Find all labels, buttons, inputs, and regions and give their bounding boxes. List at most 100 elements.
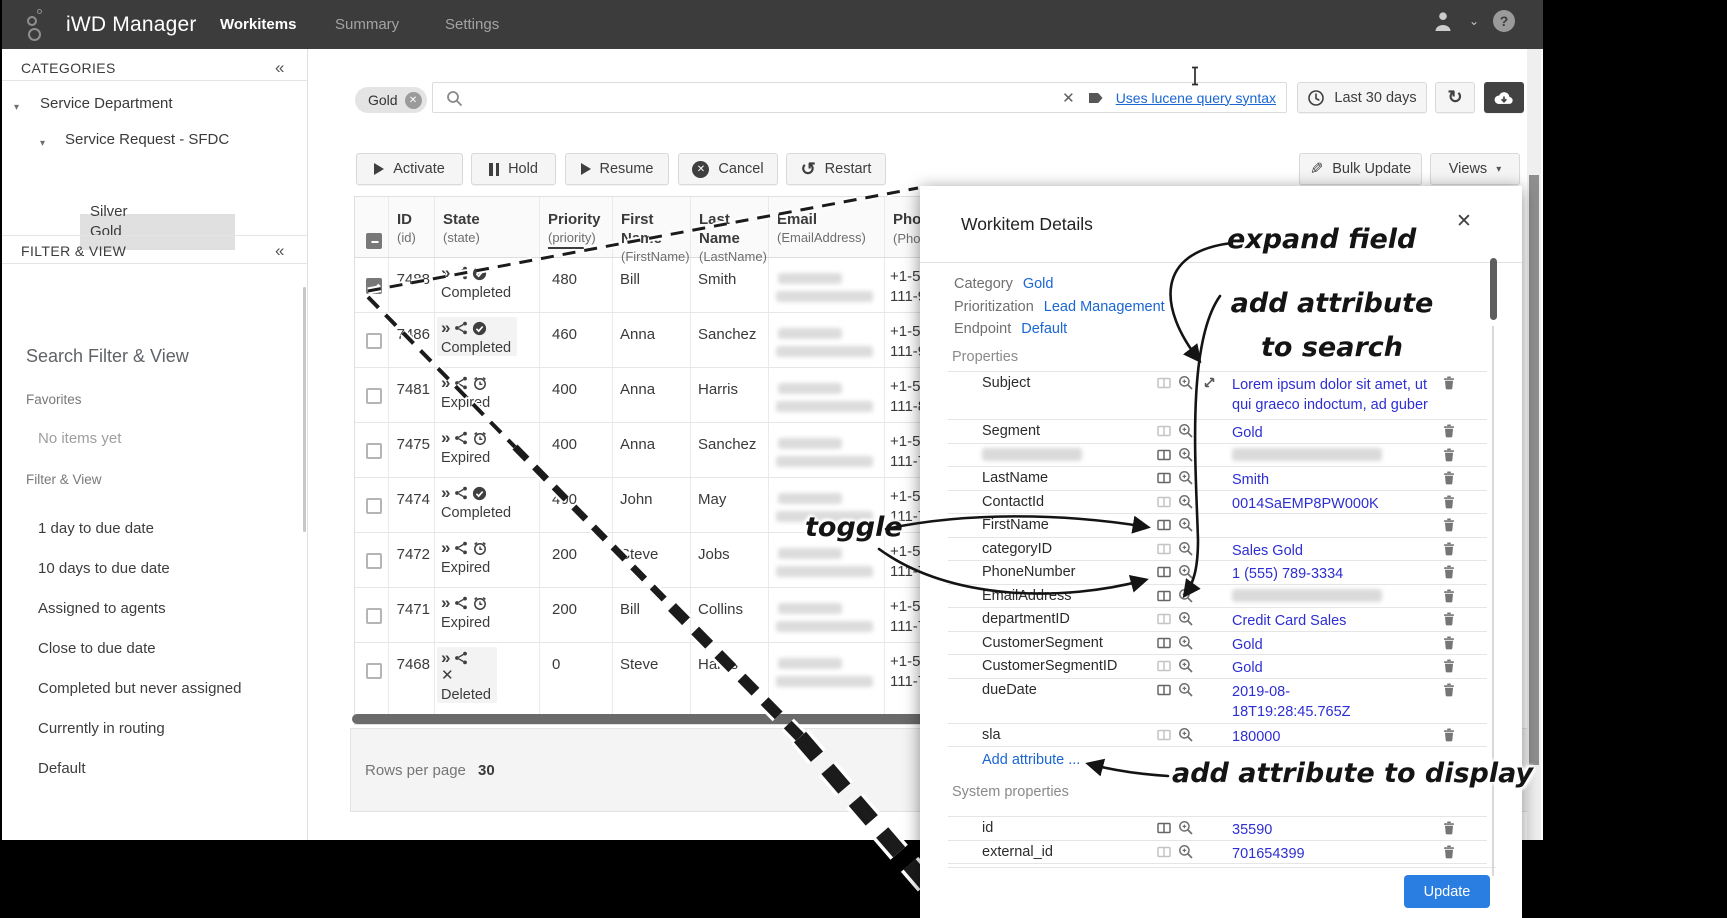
row-checkbox[interactable]	[366, 553, 382, 569]
tree-item-service-request-sfdc[interactable]: Service Request - SFDC	[65, 131, 229, 148]
sidebar-filter-item[interactable]: Close to due date	[2, 628, 307, 668]
row-checkbox[interactable]	[366, 498, 382, 514]
column-toggle-icon[interactable]	[1157, 471, 1171, 490]
row-checkbox[interactable]	[366, 278, 382, 294]
search-attribute-icon[interactable]	[1178, 820, 1194, 841]
prioritization-link[interactable]: Lead Management	[1044, 299, 1165, 315]
column-toggle-icon[interactable]	[1157, 424, 1171, 443]
column-toggle-icon[interactable]	[1157, 589, 1171, 608]
restart-button[interactable]: ↺ Restart	[786, 153, 886, 185]
row-checkbox[interactable]	[366, 663, 382, 679]
property-value[interactable]: 2019-08- 18T19:28:45.765Z	[1232, 682, 1457, 722]
search-attribute-icon[interactable]	[1178, 611, 1194, 632]
endpoint-link[interactable]: Default	[1021, 321, 1067, 337]
column-toggle-icon[interactable]	[1157, 821, 1171, 840]
trash-icon[interactable]	[1443, 542, 1455, 561]
search-attribute-icon[interactable]	[1178, 470, 1194, 491]
table-header-cell[interactable]: First Name (FirstName)	[613, 197, 691, 264]
column-toggle-icon[interactable]	[1157, 542, 1171, 561]
categories-collapse-icon[interactable]: «	[275, 58, 284, 78]
table-header-cell[interactable]: Priority (priority)	[540, 197, 613, 257]
search-attribute-icon[interactable]	[1178, 588, 1194, 609]
table-header-cell[interactable]: State (state)	[435, 197, 540, 257]
search-chip-gold[interactable]: Gold ✕	[355, 87, 427, 113]
sidebar-scrollbar[interactable]	[303, 287, 306, 532]
column-toggle-icon[interactable]	[1157, 565, 1171, 584]
search-attribute-icon[interactable]	[1178, 564, 1194, 585]
tab-workitems[interactable]: Workitems	[220, 16, 296, 33]
column-toggle-icon[interactable]	[1157, 518, 1171, 537]
property-value[interactable]: Smith	[1232, 470, 1457, 490]
rows-per-page-value[interactable]: 30	[478, 762, 495, 779]
table-header-cell[interactable]: ID (id)	[389, 197, 435, 257]
trash-icon[interactable]	[1443, 471, 1455, 490]
search-input[interactable]	[471, 83, 1061, 112]
user-icon[interactable]	[1431, 10, 1455, 32]
sidebar-filter-item[interactable]: Default	[2, 748, 307, 788]
search-attribute-icon[interactable]	[1178, 541, 1194, 562]
column-toggle-icon[interactable]	[1157, 612, 1171, 631]
time-range-button[interactable]: Last 30 days	[1297, 82, 1427, 113]
column-toggle-icon[interactable]	[1157, 845, 1171, 864]
row-checkbox[interactable]	[366, 608, 382, 624]
trash-icon[interactable]	[1443, 495, 1455, 514]
column-toggle-icon[interactable]	[1157, 495, 1171, 514]
trash-icon[interactable]	[1443, 659, 1455, 678]
search-attribute-icon[interactable]	[1178, 658, 1194, 679]
chevron-down-icon[interactable]: ⌄	[1469, 14, 1479, 28]
help-icon[interactable]: ?	[1493, 10, 1515, 32]
lucene-syntax-link[interactable]: Uses lucene query syntax	[1116, 90, 1276, 106]
property-value[interactable]: Gold	[1232, 635, 1457, 655]
cancel-button[interactable]: ✕ Cancel	[678, 153, 778, 185]
search-attribute-icon[interactable]	[1178, 727, 1194, 748]
tab-summary[interactable]: Summary	[335, 16, 399, 33]
tree-expand-icon[interactable]: ▾	[14, 102, 19, 113]
refresh-button[interactable]: ↻	[1435, 82, 1475, 113]
tree-expand-icon[interactable]: ▾	[40, 138, 45, 149]
sidebar-filter-item[interactable]: 1 day to due date	[2, 508, 307, 548]
property-value[interactable]: 35590	[1232, 820, 1457, 840]
column-toggle-icon[interactable]	[1157, 683, 1171, 702]
search-filter-view-title[interactable]: Search Filter & View	[26, 346, 189, 367]
trash-icon[interactable]	[1443, 424, 1455, 443]
add-attribute-link[interactable]: Add attribute ...	[982, 752, 1080, 768]
property-value[interactable]: 0014SaEMP8PW000K	[1232, 494, 1457, 514]
search-attribute-icon[interactable]	[1178, 494, 1194, 515]
row-checkbox[interactable]	[366, 443, 382, 459]
trash-icon[interactable]	[1443, 376, 1455, 395]
row-checkbox[interactable]	[366, 333, 382, 349]
page-scrollbar[interactable]	[1527, 49, 1541, 840]
hold-button[interactable]: Hold	[471, 153, 556, 185]
select-all-checkbox[interactable]	[366, 233, 382, 249]
column-toggle-icon[interactable]	[1157, 448, 1171, 467]
sidebar-filter-item[interactable]: Assigned to agents	[2, 588, 307, 628]
trash-icon[interactable]	[1443, 683, 1455, 702]
views-dropdown[interactable]: Views ▾	[1430, 153, 1520, 185]
bulk-update-button[interactable]: ✎ Bulk Update	[1299, 153, 1422, 185]
category-link[interactable]: Gold	[1023, 276, 1054, 292]
trash-icon[interactable]	[1443, 612, 1455, 631]
update-button[interactable]: Update	[1404, 875, 1490, 908]
column-toggle-icon[interactable]	[1157, 636, 1171, 655]
clear-search-icon[interactable]: ✕	[1062, 89, 1075, 107]
resume-button[interactable]: Resume	[565, 153, 669, 185]
trash-icon[interactable]	[1443, 448, 1455, 467]
trash-icon[interactable]	[1443, 636, 1455, 655]
row-checkbox[interactable]	[366, 388, 382, 404]
property-value[interactable]: 1 (555) 789-3334	[1232, 564, 1457, 584]
property-value[interactable]: Gold	[1232, 423, 1457, 443]
trash-icon[interactable]	[1443, 518, 1455, 537]
search-attribute-icon[interactable]	[1178, 844, 1194, 865]
trash-icon[interactable]	[1443, 728, 1455, 747]
tag-icon[interactable]	[1087, 90, 1104, 106]
expand-field-icon[interactable]	[1203, 376, 1216, 394]
panel-scrollbar[interactable]	[1490, 258, 1497, 320]
tree-item-silver[interactable]: Silver	[90, 203, 128, 220]
column-toggle-icon[interactable]	[1157, 659, 1171, 678]
search-attribute-icon[interactable]	[1178, 447, 1194, 468]
column-toggle-icon[interactable]	[1157, 376, 1171, 395]
trash-icon[interactable]	[1443, 845, 1455, 864]
panel-close-icon[interactable]: ✕	[1456, 210, 1472, 233]
property-value[interactable]: Sales Gold	[1232, 541, 1457, 561]
property-value[interactable]: Lorem ipsum dolor sit amet, ut qui graec…	[1232, 375, 1457, 415]
